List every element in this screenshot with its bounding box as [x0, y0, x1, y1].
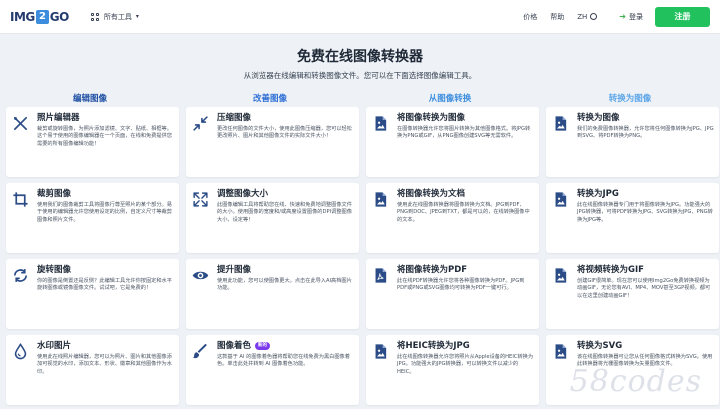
category-heading[interactable]: 转换为图像	[540, 92, 720, 104]
login-label: 登录	[629, 12, 643, 21]
all-tools-label: 所有工具	[103, 12, 132, 21]
tool-card[interactable]: 将HEIC转换为JPG 此在线图像转换器允许您将照片从Apple设备的HEIC转换…	[366, 335, 539, 405]
tool-card-title: 将图像转换为PDF	[397, 265, 468, 275]
tool-card[interactable]: 转换为图像我们的免费图像转换器，允许您将任何图像转换为JPG、JPG到SVG、将…	[546, 107, 719, 177]
pdf-file-icon	[372, 264, 397, 329]
page-subtitle: 从浏览器在线编辑和转换图像文件。您可以在下面选择图像编辑工具。	[243, 71, 477, 80]
logo-text-go: GO	[49, 9, 70, 24]
drop-icon	[12, 340, 37, 405]
tool-card-title: 压缩图像	[217, 113, 252, 123]
tool-card-description: 这款基于 AI 的图像着色器将帮助您在线免费为黑白图像着色。单击此处并转到 AI…	[217, 354, 350, 368]
rotate-icon	[12, 264, 37, 329]
tool-card-description: 此在线图像转换器允许您将照片从Apple设备的HEIC转换为JPG。功能强大的J…	[397, 354, 534, 375]
image-file-icon	[552, 188, 577, 253]
tool-card[interactable]: 水印图片使用此在线照片编辑器，您可以为照片、图片和其他图像添加可视觉的水印，添加…	[6, 335, 179, 405]
category-heading[interactable]: 从图像转换	[360, 92, 540, 104]
tool-card-description: 更改任何图像的文件大小，使用此图像压缩器，您可以轻松更改照片、图片和其他图像文件…	[217, 126, 352, 140]
tool-card-description: 使用此在线图像转换器将图像转换为文档。JPG到PDF、PNG到DOC、JPEG到…	[397, 202, 530, 223]
resize-icon	[192, 188, 217, 253]
language-label: ZH	[577, 12, 588, 21]
help-link[interactable]: 帮助	[550, 12, 564, 22]
tool-card-title: 将图像转换为图像	[397, 113, 466, 123]
tool-card-title: 转换为图像	[577, 113, 620, 123]
tool-card-description: 裁剪或旋转图像，为照片添加滤镜、文字、贴纸、相框等。这个易于使用的图像编辑器在一…	[37, 126, 172, 147]
login-arrow-icon: ➔	[619, 12, 626, 21]
tool-card-description: 使用此功能，您可以使图像更大。点击在此导入AI高档图片功能。	[217, 278, 352, 292]
tool-card[interactable]: 将图像转换为文档使用此在线图像转换器将图像转换为文档。JPG到PDF、PNG到D…	[366, 183, 539, 253]
all-tools-menu[interactable]: 所有工具 ▾	[90, 12, 139, 22]
crop-tools-icon	[12, 112, 37, 177]
image-file-icon	[552, 112, 577, 177]
tool-card[interactable]: 旋转图像你的图像是倒置还是反侧？此编辑工具允许你按固定和水平旋转图像或镜像图像文…	[6, 259, 179, 329]
tool-card-description: 创建GIF很简单。现在您可以使用Img2Go免费转换视频为动画GIF，无论您有A…	[577, 278, 711, 299]
page-title: 免费在线图像转换器	[297, 49, 423, 65]
tool-card[interactable]: 提升图像使用此功能，您可以使图像更大。点击在此导入AI高档图片功能。	[186, 259, 359, 329]
globe-icon	[590, 13, 598, 20]
image-file-icon	[552, 264, 577, 329]
image-file-icon	[372, 340, 397, 405]
tool-card-title: 照片编辑器	[37, 113, 80, 123]
tool-card-description: 你的图像是倒置还是反侧？此编辑工具允许你按固定和水平旋转图像或镜像图像文件。试试…	[37, 278, 172, 292]
brush-icon	[192, 340, 217, 405]
logo-text-img: IMG	[10, 9, 35, 24]
tool-card-title: 水印图片	[37, 341, 72, 351]
signup-button[interactable]: 注册	[655, 6, 710, 27]
tool-card[interactable]: 转换为JPG 此在线图像转换器专门用于将图像转换为JPG。功能强大的JPG转换器，…	[546, 183, 719, 253]
hero-section: 免费在线图像转换器 从浏览器在线编辑和转换图像文件。您可以在下面选择图像编辑工具…	[0, 34, 720, 81]
tool-card[interactable]: 将图像转换为图像在图像转换器允许您将图片转换为其他图像格式。将JPG转换为PNG…	[366, 107, 539, 177]
tool-card-title: 转换为SVG	[577, 341, 623, 351]
login-button[interactable]: ➔ 登录	[619, 12, 643, 22]
tool-card-title: 将视频转换为GIF	[577, 265, 644, 275]
tool-card-title: 转换为JPG	[577, 189, 619, 199]
tool-card[interactable]: 照片编辑器裁剪或旋转图像，为照片添加滤镜、文字、贴纸、相框等。这个易于使用的图像…	[6, 107, 179, 177]
eye-icon	[192, 264, 217, 329]
tool-card-description: 使用我们的图像裁剪工具将图像行尊至照片的某个部分。易于使用的编辑器允许您使用设定…	[37, 202, 172, 223]
tool-card-title: 旋转图像	[37, 265, 72, 275]
tool-card-description: 使用此在线照片编辑器，您可以为照片、图片和其他图像添加可视觉的水印，添加文本、形…	[37, 354, 172, 375]
tool-card-description: 此在线图像转换器专门用于将图像转换为JPG。功能强大的JPG转换器，可将PDF转…	[577, 202, 713, 223]
logo-text-2: 2	[35, 9, 49, 24]
tool-card-title: 图像着色 新的	[217, 340, 354, 352]
tool-card-grid: 照片编辑器裁剪或旋转图像，为照片添加滤镜、文字、贴纸、相框等。这个易于使用的图像…	[6, 107, 719, 405]
tool-card-description: 此在线PDF转换器允许您将各种图像转换为PDF。JPG到PDF或PNG或SVG图…	[397, 278, 525, 292]
grid-icon	[90, 12, 99, 21]
top-navbar: IMG 2 GO 所有工具 ▾ 价格 帮助 ZH ➔ 登录 注册	[0, 0, 720, 34]
image-file-icon	[372, 112, 397, 177]
category-headings: 编辑图像 改善图像 从图像转换 转换为图像	[0, 92, 720, 104]
new-badge: 新的	[255, 342, 271, 350]
tool-card[interactable]: 图像着色 新的 这款基于 AI 的图像着色器将帮助您在线免费为黑白图像着色。单击此处…	[186, 335, 359, 405]
compress-icon	[192, 112, 217, 177]
language-selector[interactable]: ZH	[577, 12, 598, 21]
tool-card-title: 裁剪图像	[37, 189, 72, 199]
tool-card-title: 将图像转换为文档	[397, 189, 466, 199]
tool-card-description: 此图像编辑工具将帮助您在线、快速和免费地调整图像文件的大小。使用图像的宽度和/或…	[217, 202, 352, 223]
tool-card-description: 我们的免费图像转换器，允许您将任何图像转换为JPG、JPG到SVG、将PDF转换…	[577, 126, 714, 140]
chevron-down-icon: ▾	[135, 13, 139, 20]
pricing-link[interactable]: 价格	[523, 12, 537, 22]
crop-icon	[12, 188, 37, 253]
tool-card-title: 将HEIC转换为JPG	[397, 341, 470, 351]
watermark: 58codes	[569, 364, 702, 399]
tool-card[interactable]: 将图像转换为PDF 此在线PDF转换器允许您将各种图像转换为PDF。JPG到PDF…	[366, 259, 539, 329]
category-heading[interactable]: 编辑图像	[0, 92, 180, 104]
tool-card-title: 提升图像	[217, 265, 252, 275]
tool-card[interactable]: 将视频转换为GIF 创建GIF很简单。现在您可以使用Img2Go免费转换视频为动画…	[546, 259, 719, 329]
category-heading[interactable]: 改善图像	[180, 92, 360, 104]
image-file-icon	[372, 188, 397, 253]
tool-card[interactable]: 裁剪图像使用我们的图像裁剪工具将图像行尊至照片的某个部分。易于使用的编辑器允许您…	[6, 183, 179, 253]
img2go-logo[interactable]: IMG 2 GO	[10, 9, 70, 24]
tool-card-description: 在图像转换器允许您将图片转换为其他图像格式。将JPG转换为PNG或GIF，从PN…	[397, 126, 531, 140]
tool-card[interactable]: 调整图像大小此图像编辑工具将帮助您在线、快速和免费地调整图像文件的大小。使用图像…	[186, 183, 359, 253]
tool-card[interactable]: 压缩图像更改任何图像的文件大小，使用此图像压缩器，您可以轻松更改照片、图片和其他…	[186, 107, 359, 177]
tool-card-title: 调整图像大小	[217, 189, 269, 199]
